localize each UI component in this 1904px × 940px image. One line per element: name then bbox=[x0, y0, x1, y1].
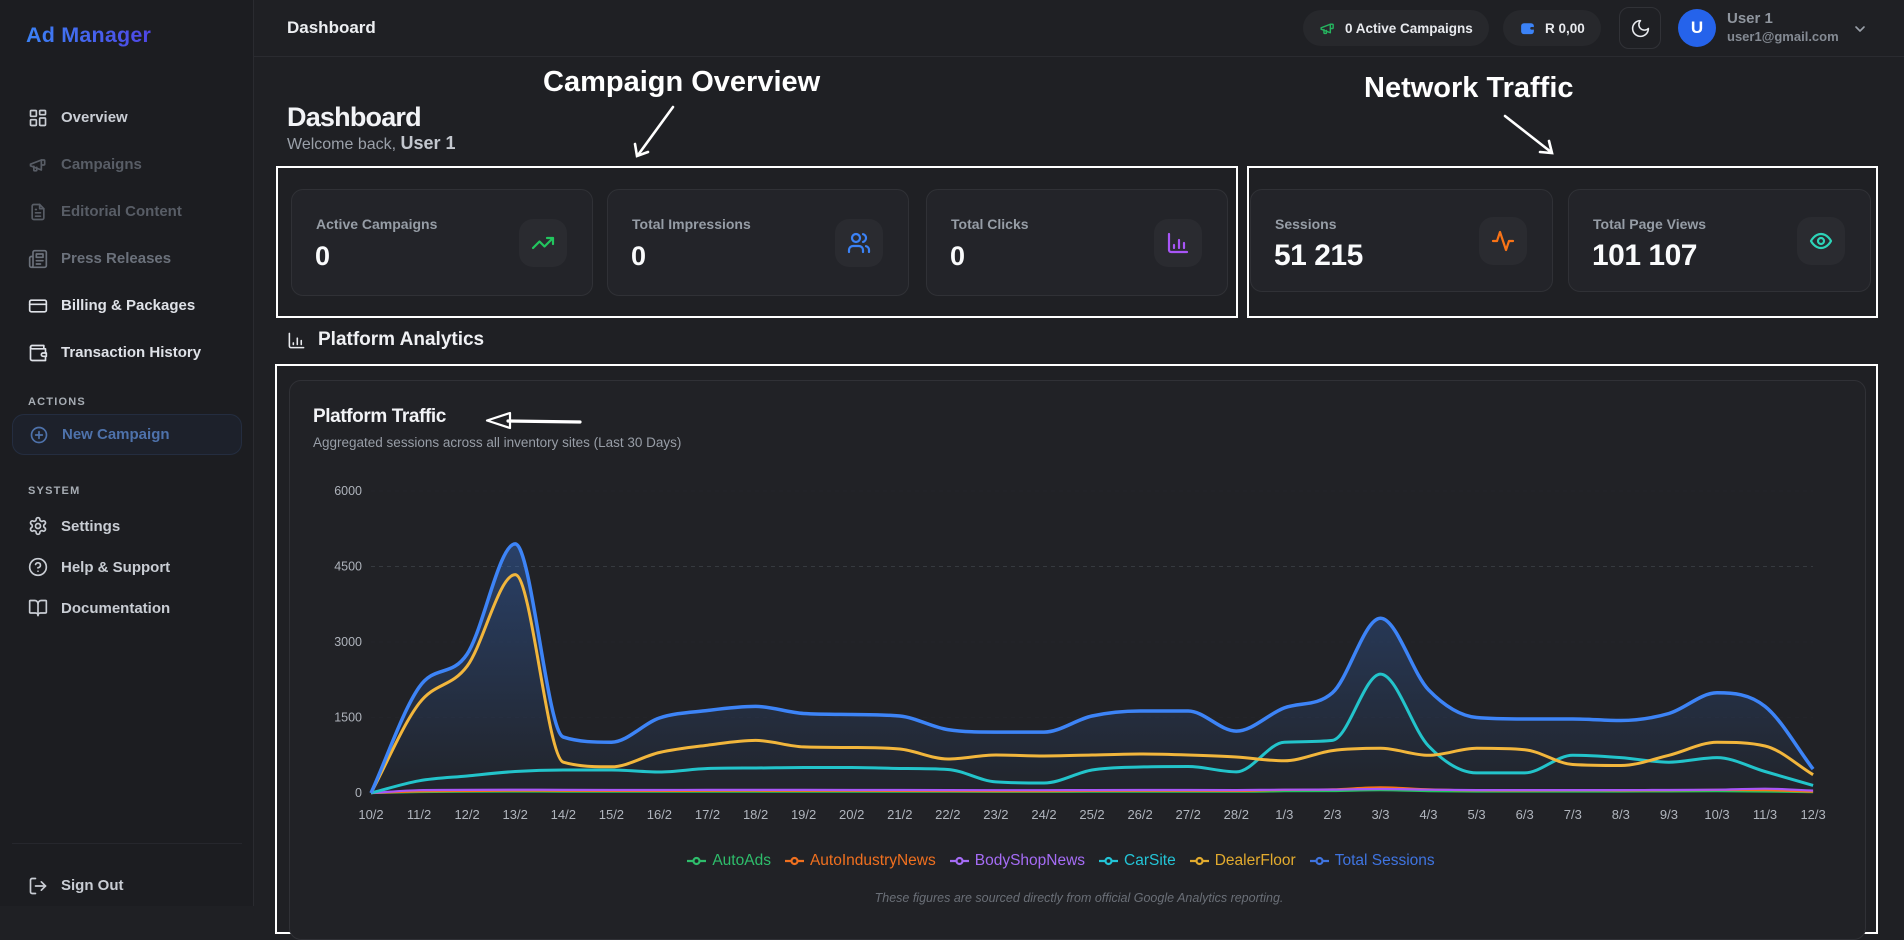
svg-text:10/2: 10/2 bbox=[358, 807, 383, 822]
svg-text:3000: 3000 bbox=[334, 635, 362, 649]
svg-text:2/3: 2/3 bbox=[1323, 807, 1341, 822]
svg-text:14/2: 14/2 bbox=[551, 807, 576, 822]
svg-text:24/2: 24/2 bbox=[1031, 807, 1056, 822]
svg-text:4/3: 4/3 bbox=[1419, 807, 1437, 822]
svg-text:26/2: 26/2 bbox=[1127, 807, 1152, 822]
svg-text:6/3: 6/3 bbox=[1516, 807, 1534, 822]
svg-text:4500: 4500 bbox=[334, 560, 362, 574]
svg-text:20/2: 20/2 bbox=[839, 807, 864, 822]
svg-text:16/2: 16/2 bbox=[647, 807, 672, 822]
svg-text:11/2: 11/2 bbox=[407, 807, 431, 822]
svg-text:8/3: 8/3 bbox=[1612, 807, 1630, 822]
svg-text:6000: 6000 bbox=[334, 484, 362, 498]
svg-text:15/2: 15/2 bbox=[599, 807, 624, 822]
svg-text:10/3: 10/3 bbox=[1704, 807, 1729, 822]
svg-text:5/3: 5/3 bbox=[1468, 807, 1486, 822]
svg-text:11/3: 11/3 bbox=[1753, 807, 1777, 822]
svg-text:27/2: 27/2 bbox=[1176, 807, 1201, 822]
svg-text:23/2: 23/2 bbox=[983, 807, 1008, 822]
svg-text:22/2: 22/2 bbox=[935, 807, 960, 822]
svg-text:21/2: 21/2 bbox=[887, 807, 912, 822]
svg-text:12/2: 12/2 bbox=[454, 807, 479, 822]
svg-text:7/3: 7/3 bbox=[1564, 807, 1582, 822]
svg-text:0: 0 bbox=[355, 786, 362, 800]
svg-text:17/2: 17/2 bbox=[695, 807, 720, 822]
svg-text:19/2: 19/2 bbox=[791, 807, 816, 822]
svg-text:28/2: 28/2 bbox=[1224, 807, 1249, 822]
svg-text:9/3: 9/3 bbox=[1660, 807, 1678, 822]
svg-text:12/3: 12/3 bbox=[1800, 807, 1825, 822]
svg-text:25/2: 25/2 bbox=[1079, 807, 1104, 822]
svg-text:18/2: 18/2 bbox=[743, 807, 768, 822]
svg-text:13/2: 13/2 bbox=[503, 807, 528, 822]
svg-text:3/3: 3/3 bbox=[1371, 807, 1389, 822]
svg-text:1500: 1500 bbox=[334, 711, 362, 725]
svg-text:1/3: 1/3 bbox=[1275, 807, 1293, 822]
